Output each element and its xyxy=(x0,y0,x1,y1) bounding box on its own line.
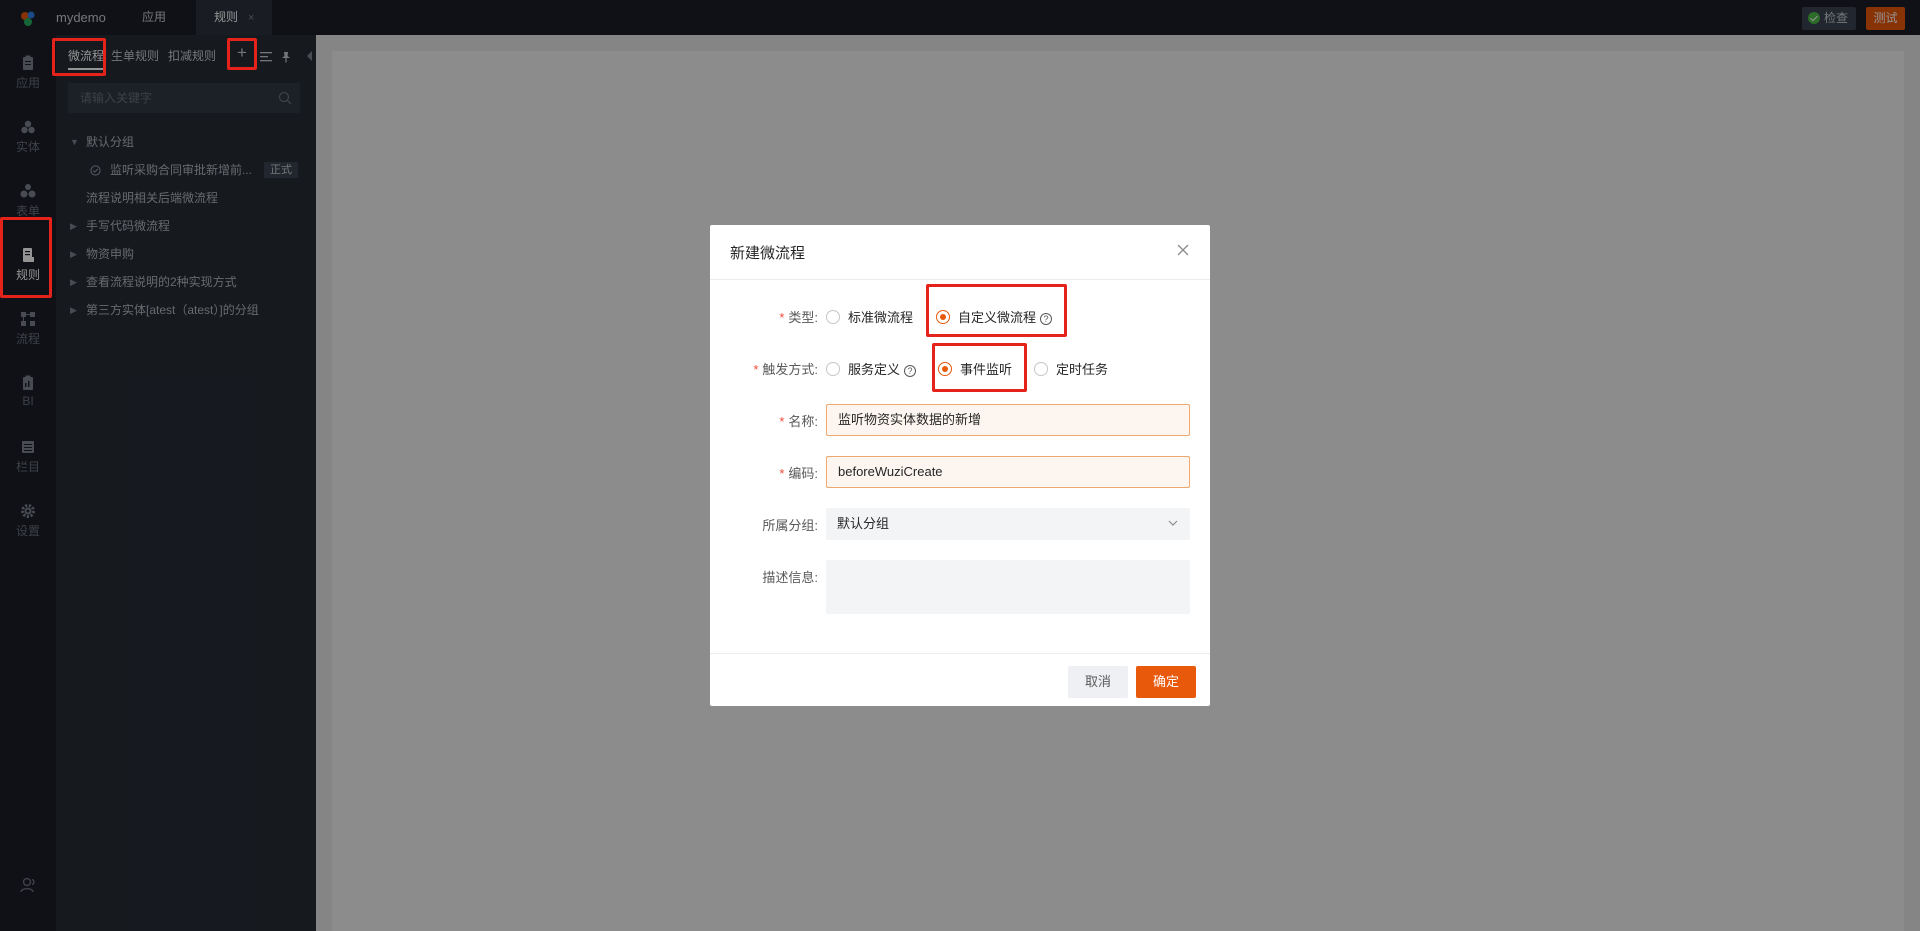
highlight-box xyxy=(926,284,1067,337)
close-icon[interactable] xyxy=(1176,243,1190,257)
required-mark: * xyxy=(779,310,785,325)
radio-scheduled-task[interactable]: 定时任务 xyxy=(1034,359,1108,378)
dialog-divider xyxy=(710,653,1210,654)
confirm-button[interactable]: 确定 xyxy=(1136,666,1196,698)
trigger-label: * 触发方式: xyxy=(753,362,818,377)
name-label: * 名称: xyxy=(779,414,818,429)
radio-circle xyxy=(826,362,840,376)
highlight-box xyxy=(52,38,106,76)
group-select[interactable]: 默认分组 xyxy=(826,508,1190,540)
help-icon[interactable]: ? xyxy=(904,365,917,377)
type-label: * 类型: xyxy=(779,310,818,325)
group-label: 所属分组: xyxy=(762,518,818,533)
radio-circle xyxy=(1034,362,1048,376)
highlight-box xyxy=(0,217,52,298)
dialog-title: 新建微流程 xyxy=(730,245,806,262)
required-mark: * xyxy=(779,414,785,429)
radio-service-definition[interactable]: 服务定义? xyxy=(826,359,917,378)
cancel-button[interactable]: 取消 xyxy=(1068,666,1128,698)
dialog-divider xyxy=(710,279,1210,280)
required-mark: * xyxy=(779,466,785,481)
group-select-value: 默认分组 xyxy=(837,516,890,531)
radio-standard-microflow[interactable]: 标准微流程 xyxy=(826,307,913,326)
code-label: * 编码: xyxy=(779,466,818,481)
description-textarea[interactable] xyxy=(826,560,1190,614)
radio-circle xyxy=(826,310,840,324)
highlight-box xyxy=(932,343,1027,392)
code-input[interactable]: beforeWuziCreate xyxy=(826,456,1190,488)
name-input[interactable]: 监听物资实体数据的新增 xyxy=(826,404,1190,436)
chevron-down-icon xyxy=(1168,520,1178,526)
highlight-box xyxy=(227,38,257,70)
description-label: 描述信息: xyxy=(762,570,818,585)
required-mark: * xyxy=(753,362,759,377)
